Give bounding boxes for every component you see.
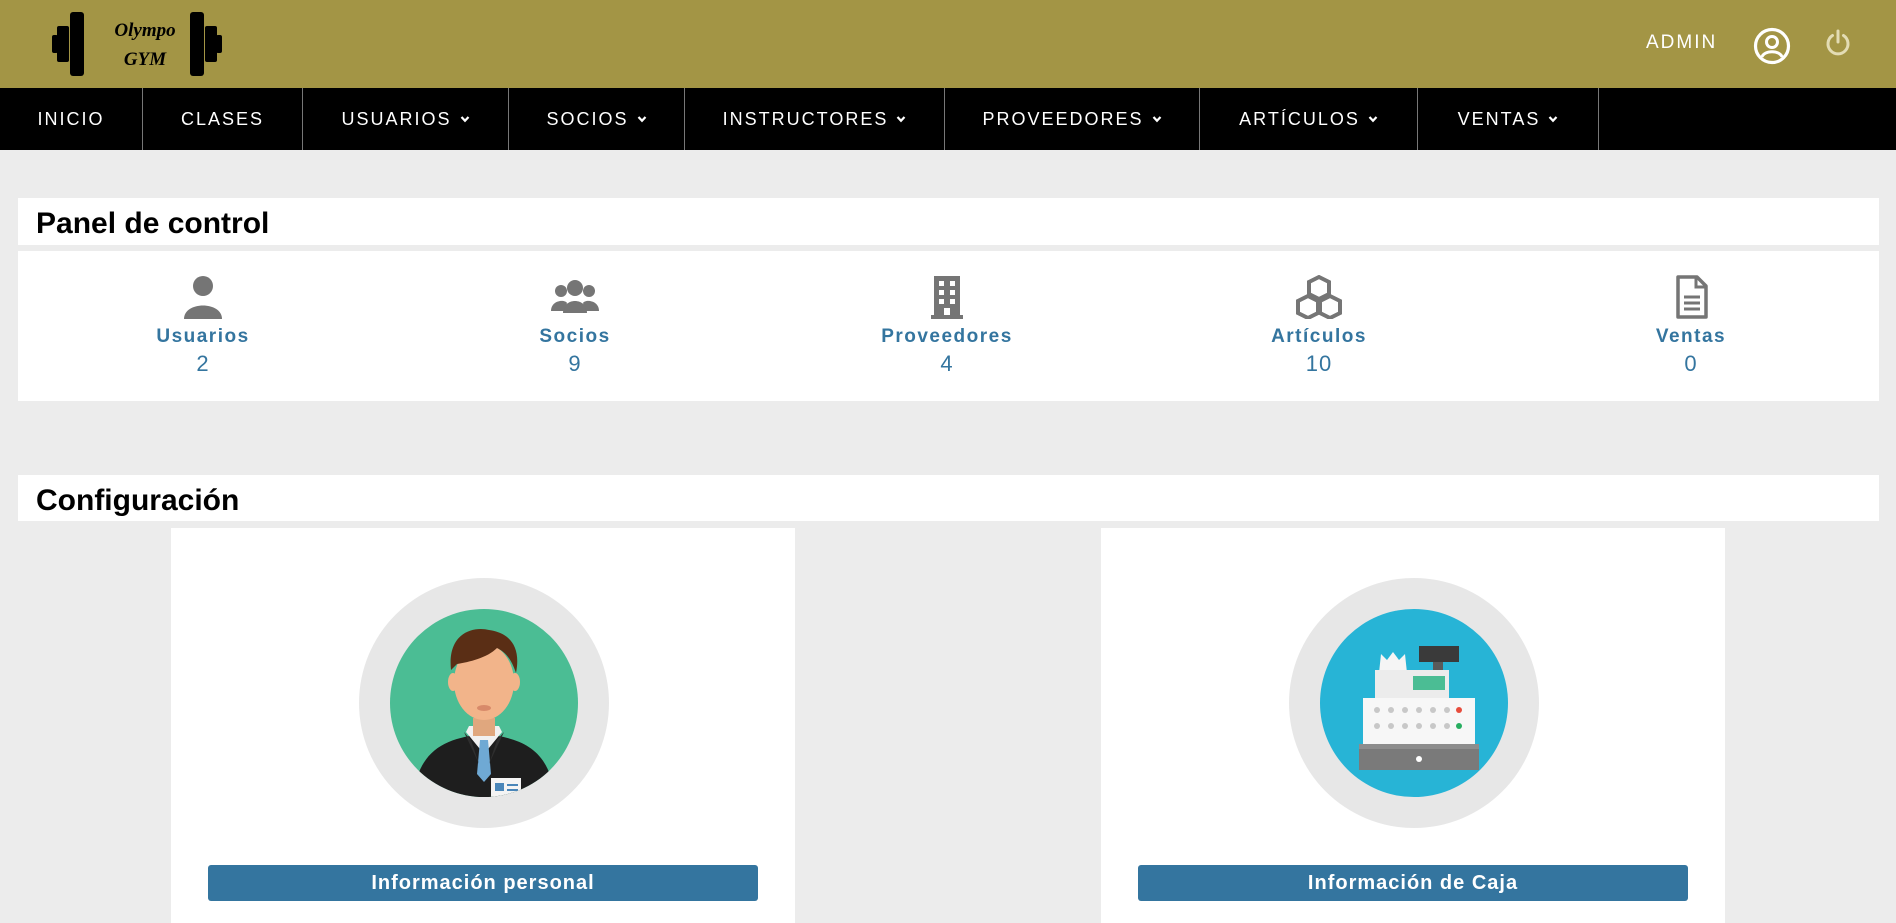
nav-label: ARTÍCULOS (1239, 108, 1360, 129)
top-header: Olympo GYM ADMIN (0, 0, 1896, 88)
stat-articulos[interactable]: Artículos 10 (1209, 275, 1429, 377)
chevron-down-icon (1368, 116, 1378, 123)
nav-proveedores[interactable]: PROVEEDORES (945, 88, 1200, 150)
avatar-ring (359, 578, 609, 828)
chevron-down-icon (460, 116, 469, 123)
nav-usuarios[interactable]: USUARIOS (303, 88, 509, 150)
nav-label: SOCIOS (546, 108, 629, 129)
nav-instructores[interactable]: INSTRUCTORES (685, 88, 945, 150)
stat-value: 10 (1305, 351, 1333, 376)
panel-header: Panel de control (18, 198, 1879, 245)
config-header: Configuración (18, 475, 1879, 521)
cash-info-button[interactable]: Información de Caja (1138, 865, 1688, 901)
power-icon[interactable] (1823, 28, 1853, 58)
stat-ventas[interactable]: Ventas 0 (1581, 275, 1801, 377)
cash-register-icon (1320, 609, 1508, 797)
stat-label: Artículos (1271, 326, 1367, 347)
config-card-personal: Información personal (171, 528, 795, 923)
nav-label: PROVEEDORES (982, 108, 1144, 129)
businessman-avatar-icon (390, 609, 578, 797)
nav-clases[interactable]: CLASES (143, 88, 303, 150)
register-ring (1289, 578, 1539, 828)
users-group-icon (551, 280, 599, 313)
stat-socios[interactable]: Socios 9 (465, 275, 685, 377)
logo-text: Olympo GYM (102, 16, 188, 74)
logo-line-2: GYM (123, 49, 167, 70)
panel-title: Panel de control (36, 207, 270, 240)
personal-info-button[interactable]: Información personal (208, 865, 758, 901)
nav-ventas[interactable]: VENTAS (1418, 88, 1599, 150)
user-circle-icon[interactable] (1753, 27, 1791, 65)
stats-panel: Usuarios 2 Socios 9 Proveedores 4 Artícu… (18, 251, 1879, 401)
config-title: Configuración (36, 484, 240, 517)
nav-label: USUARIOS (341, 108, 452, 129)
logo-line-1: Olympo (114, 20, 176, 41)
admin-label[interactable]: ADMIN (1646, 32, 1717, 54)
logo[interactable]: Olympo GYM (52, 10, 238, 78)
stat-label: Proveedores (881, 326, 1013, 347)
nav-articulos[interactable]: ARTÍCULOS (1200, 88, 1418, 150)
stat-value: 0 (1684, 351, 1698, 376)
chevron-down-icon (1152, 116, 1161, 123)
stat-proveedores[interactable]: Proveedores 4 (837, 275, 1057, 377)
stat-value: 9 (568, 351, 582, 376)
nav-label: VENTAS (1457, 108, 1541, 129)
nav-socios[interactable]: SOCIOS (509, 88, 685, 150)
config-card-caja: Información de Caja (1101, 528, 1725, 923)
nav-label: INSTRUCTORES (722, 108, 889, 129)
stat-value: 4 (940, 351, 954, 376)
nav-label: INICIO (37, 108, 105, 129)
building-icon (931, 276, 963, 319)
user-icon (184, 276, 222, 319)
nav-label: CLASES (180, 108, 265, 129)
chevron-down-icon (897, 116, 906, 123)
document-icon (1676, 275, 1708, 319)
nav-inicio[interactable]: INICIO (0, 88, 143, 150)
chevron-down-icon (637, 116, 646, 123)
chevron-down-icon (1549, 116, 1558, 123)
stat-label: Ventas (1655, 326, 1727, 347)
stat-usuarios[interactable]: Usuarios 2 (93, 275, 313, 377)
stat-label: Socios (539, 326, 611, 347)
main-nav: INICIO CLASES USUARIOS SOCIOS INSTRUCTOR… (0, 88, 1896, 150)
boxes-icon (1296, 275, 1342, 319)
stat-value: 2 (196, 351, 210, 376)
stat-label: Usuarios (156, 326, 250, 347)
